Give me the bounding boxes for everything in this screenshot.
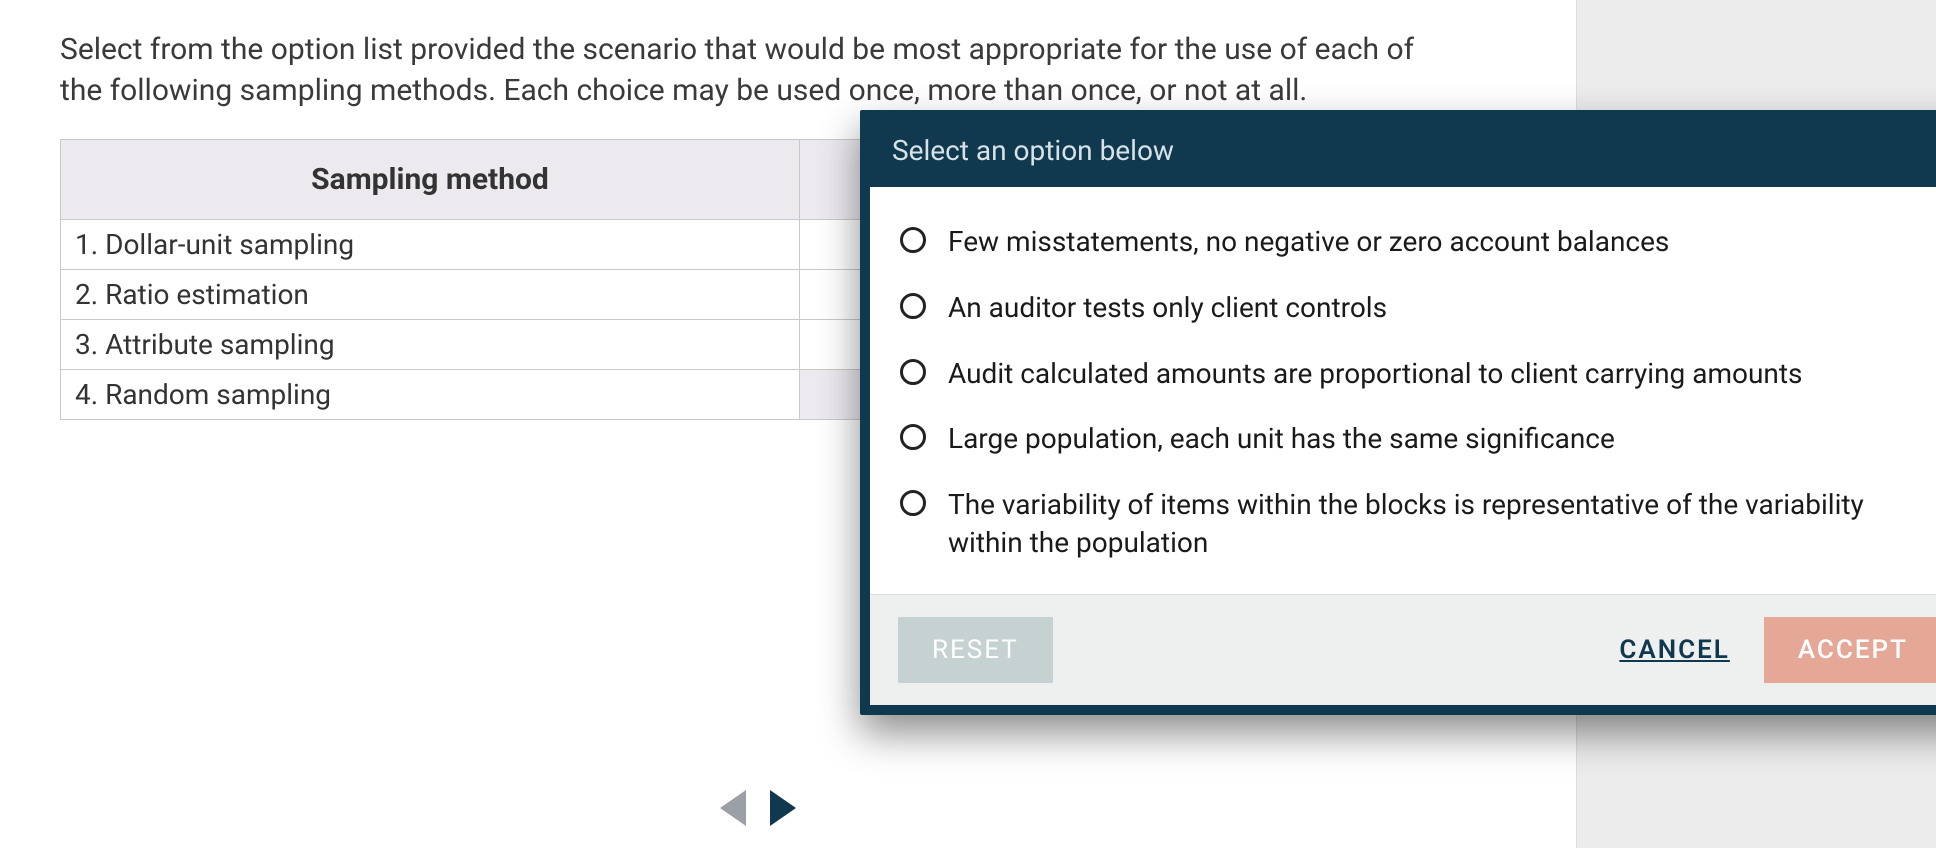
option-row[interactable]: The variability of items within the bloc…: [900, 472, 1936, 576]
option-label: Audit calculated amounts are proportiona…: [948, 355, 1803, 393]
modal-footer: RESET CANCEL ACCEPT: [870, 594, 1936, 705]
radio-icon: [900, 359, 926, 385]
table-row-label: 1. Dollar-unit sampling: [60, 220, 800, 270]
radio-icon: [900, 293, 926, 319]
sampling-table: Sampling method 1. Dollar-unit sampling …: [60, 139, 872, 420]
accept-button[interactable]: ACCEPT: [1764, 617, 1936, 683]
question-instructions: Select from the option list provided the…: [60, 30, 1460, 111]
option-row[interactable]: An auditor tests only client controls: [900, 275, 1936, 341]
option-label: Few misstatements, no negative or zero a…: [948, 223, 1669, 261]
option-modal: Select an option below Few misstatements…: [860, 110, 1936, 715]
option-row[interactable]: Few misstatements, no negative or zero a…: [900, 209, 1936, 275]
radio-icon: [900, 424, 926, 450]
modal-options: Few misstatements, no negative or zero a…: [870, 187, 1936, 594]
modal-title: Select an option below: [868, 118, 1936, 187]
table-header-method: Sampling method: [60, 139, 800, 220]
reset-button[interactable]: RESET: [898, 617, 1053, 683]
table-row-label: 4. Random sampling: [60, 370, 800, 420]
pager: [720, 790, 796, 826]
radio-icon: [900, 227, 926, 253]
option-label: The variability of items within the bloc…: [948, 486, 1936, 562]
option-label: An auditor tests only client controls: [948, 289, 1387, 327]
table-row-label: 3. Attribute sampling: [60, 320, 800, 370]
radio-icon: [900, 490, 926, 516]
cancel-button[interactable]: CANCEL: [1609, 617, 1739, 683]
next-icon[interactable]: [770, 790, 796, 826]
option-row[interactable]: Audit calculated amounts are proportiona…: [900, 341, 1936, 407]
prev-icon[interactable]: [720, 790, 746, 826]
option-label: Large population, each unit has the same…: [948, 420, 1615, 458]
page: Select from the option list provided the…: [0, 0, 1936, 848]
option-row[interactable]: Large population, each unit has the same…: [900, 406, 1936, 472]
table-row-label: 2. Ratio estimation: [60, 270, 800, 320]
